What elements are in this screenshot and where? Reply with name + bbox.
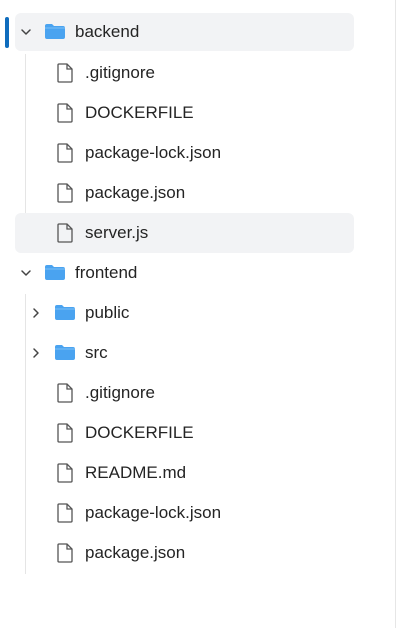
file-icon	[57, 463, 73, 483]
file-label: server.js	[85, 223, 149, 242]
file-icon	[57, 223, 73, 243]
tree-file[interactable]: package.json	[15, 534, 354, 572]
file-icon	[57, 103, 73, 123]
tree-folder-frontend[interactable]: frontend	[15, 254, 354, 292]
file-label: DOCKERFILE	[85, 423, 194, 442]
file-tree-panel: backend .gitignore DOCKERFILE package-lo…	[0, 0, 396, 628]
tree-file[interactable]: server.js	[15, 213, 354, 253]
tree-folder-src[interactable]: src	[15, 334, 354, 372]
tree-folder-backend[interactable]: backend	[5, 13, 354, 51]
chevron-right-icon[interactable]	[29, 306, 43, 320]
file-label: package-lock.json	[85, 143, 222, 162]
focus-indicator	[5, 17, 9, 48]
tree-file[interactable]: .gitignore	[15, 374, 354, 412]
file-label: DOCKERFILE	[85, 103, 194, 122]
folder-icon	[45, 24, 65, 39]
tree-file[interactable]: README.md	[15, 454, 354, 492]
file-icon	[57, 543, 73, 563]
chevron-right-icon[interactable]	[29, 346, 43, 360]
chevron-down-icon[interactable]	[19, 266, 33, 280]
tree-file[interactable]: DOCKERFILE	[15, 414, 354, 452]
chevron-down-icon[interactable]	[19, 25, 33, 39]
folder-label: frontend	[75, 263, 138, 282]
file-icon	[57, 143, 73, 163]
folder-label: public	[85, 303, 130, 322]
file-label: package-lock.json	[85, 503, 222, 522]
file-icon	[57, 383, 73, 403]
folder-icon	[55, 345, 75, 360]
folder-label: src	[85, 343, 108, 362]
tree-file[interactable]: DOCKERFILE	[15, 94, 354, 132]
tree-file[interactable]: package.json	[15, 174, 354, 212]
tree-file[interactable]: package-lock.json	[15, 494, 354, 532]
file-icon	[57, 423, 73, 443]
folder-label: backend	[75, 22, 140, 41]
folder-icon	[55, 305, 75, 320]
file-icon	[57, 63, 73, 83]
tree-file[interactable]: .gitignore	[15, 54, 354, 92]
file-icon	[57, 183, 73, 203]
file-label: .gitignore	[85, 383, 155, 402]
file-icon	[57, 503, 73, 523]
panel-divider	[395, 0, 396, 628]
file-label: .gitignore	[85, 63, 155, 82]
file-label: README.md	[85, 463, 187, 482]
tree-folder-public[interactable]: public	[15, 294, 354, 332]
file-label: package.json	[85, 543, 186, 562]
tree-file[interactable]: package-lock.json	[15, 134, 354, 172]
file-label: package.json	[85, 183, 186, 202]
folder-icon	[45, 265, 65, 280]
